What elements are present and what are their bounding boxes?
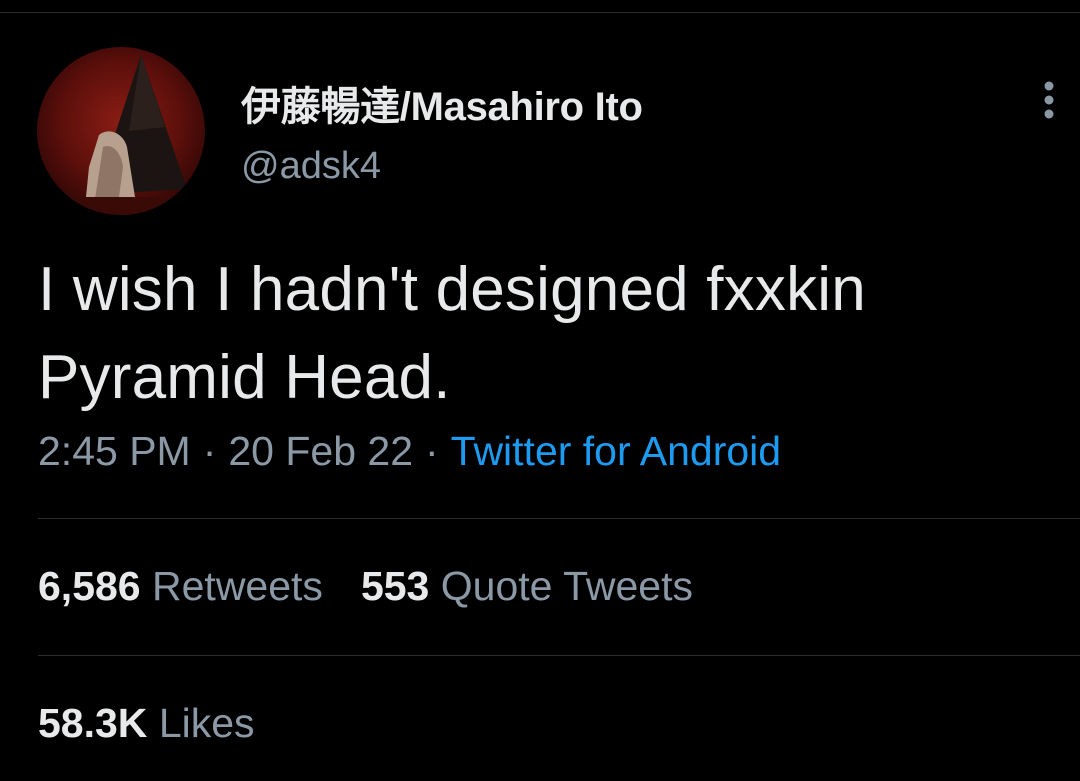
- tweet-text-line-1: I wish I hadn't designed fxxkin: [38, 255, 866, 324]
- more-vertical-icon: [1044, 81, 1054, 119]
- avatar-pyramid-head-image: [37, 47, 205, 215]
- tweet-time[interactable]: 2:45 PM: [38, 428, 191, 474]
- author-handle[interactable]: @adsk4: [241, 145, 381, 188]
- retweets-count: 6,586: [38, 563, 141, 609]
- likes-stats-row: 58.3K Likes: [38, 700, 255, 747]
- tweet-date[interactable]: 20 Feb 22: [228, 428, 413, 474]
- tweet-text-line-2: Pyramid Head.: [38, 343, 451, 412]
- quote-tweets-stat[interactable]: 553 Quote Tweets: [361, 563, 693, 609]
- quote-tweets-count: 553: [360, 563, 430, 609]
- stats-divider-top: [38, 518, 1080, 519]
- avatar[interactable]: [37, 47, 205, 215]
- retweets-label: Retweets: [152, 563, 323, 609]
- likes-stat[interactable]: 58.3K Likes: [38, 700, 255, 746]
- meta-separator: ·: [202, 428, 217, 474]
- retweets-stat[interactable]: 6,586 Retweets: [38, 563, 323, 609]
- tweet-text: I wish I hadn't designed fxxkin Pyramid …: [38, 246, 1038, 422]
- top-divider: [0, 12, 1080, 13]
- meta-separator: ·: [425, 428, 439, 474]
- engagement-stats-row: 6,586 Retweets 553 Quote Tweets: [38, 563, 693, 610]
- quote-tweets-label: Quote Tweets: [440, 563, 693, 609]
- likes-label: Likes: [158, 700, 255, 746]
- more-options-button[interactable]: [1030, 78, 1068, 122]
- stats-divider-bottom: [38, 655, 1080, 656]
- tweet-metadata: 2:45 PM · 20 Feb 22 · Twitter for Android: [38, 428, 781, 475]
- likes-count: 58.3K: [38, 700, 148, 746]
- author-display-name[interactable]: 伊藤暢達/Masahiro Ito: [241, 74, 643, 132]
- tweet-source-link[interactable]: Twitter for Android: [451, 428, 781, 474]
